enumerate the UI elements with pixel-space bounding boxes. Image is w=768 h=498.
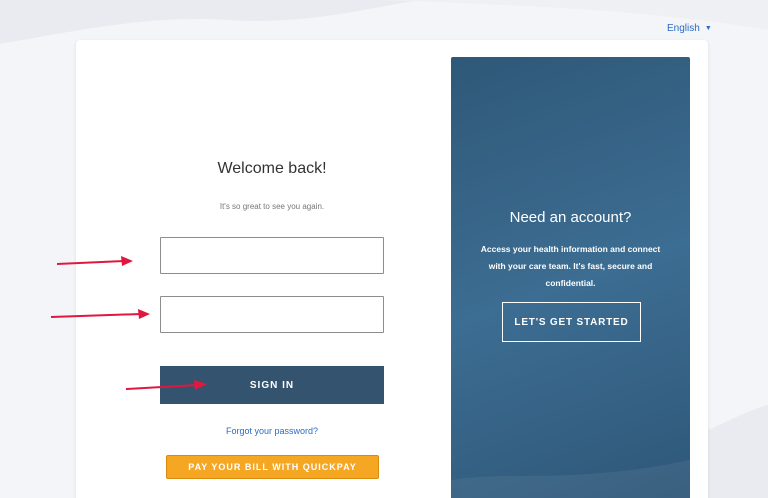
language-selector[interactable]: English ▼	[667, 23, 712, 34]
login-panel: Welcome back! It's so great to see you a…	[76, 40, 452, 498]
quickpay-button[interactable]: PAY YOUR BILL WITH QUICKPAY	[166, 455, 379, 479]
password-input[interactable]	[160, 296, 384, 333]
welcome-title: Welcome back!	[217, 160, 327, 177]
username-input[interactable]	[160, 237, 384, 274]
signup-panel: Need an account? Access your health info…	[451, 57, 690, 498]
signup-title: Need an account?	[509, 209, 632, 226]
welcome-subtitle: It's so great to see you again.	[219, 202, 325, 211]
sign-in-button[interactable]: SIGN IN	[160, 366, 384, 404]
panel-wave	[451, 460, 690, 498]
chevron-down-icon: ▼	[704, 25, 712, 32]
signup-description: Access your health information and conne…	[480, 244, 661, 288]
language-label: English	[667, 23, 700, 34]
get-started-button[interactable]: LET'S GET STARTED	[502, 302, 641, 342]
login-card: Welcome back! It's so great to see you a…	[76, 40, 708, 498]
forgot-password-link[interactable]: Forgot your password?	[160, 426, 384, 436]
